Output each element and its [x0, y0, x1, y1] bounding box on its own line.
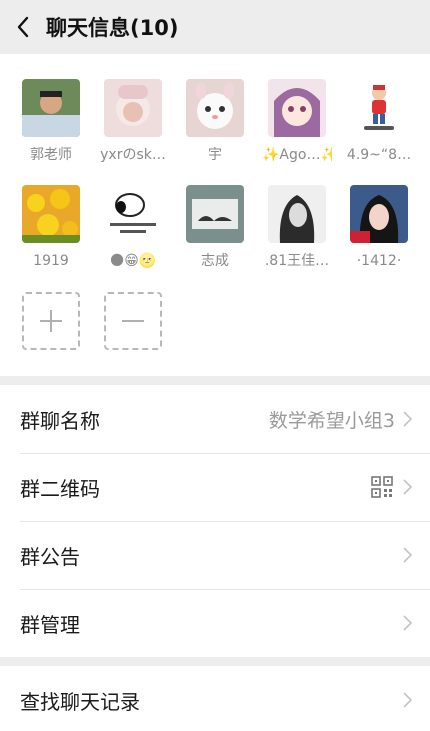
chevron-right-icon	[403, 692, 412, 708]
group-qr-label: 群二维码	[20, 476, 100, 501]
chevron-right-icon	[403, 615, 412, 631]
group-name-label: 群聊名称	[20, 408, 100, 433]
avatar	[186, 79, 244, 137]
member-item[interactable]: 宇	[180, 79, 250, 164]
avatar	[104, 79, 162, 137]
group-name-value: 数学希望小组3	[268, 409, 395, 432]
member-item[interactable]: .81王佳…	[262, 185, 332, 270]
group-notice-row[interactable]: 群公告	[0, 521, 430, 589]
member-item[interactable]: 🌑😁🌝	[98, 185, 168, 270]
group-name-row[interactable]: 群聊名称 数学希望小组3	[0, 385, 430, 453]
avatar	[22, 185, 80, 243]
chevron-right-icon	[403, 547, 412, 563]
member-name: 宇	[208, 147, 222, 163]
member-name: 郭老师	[30, 147, 72, 163]
member-item[interactable]: 4.9~“8…	[344, 79, 414, 164]
page-title: 聊天信息(10)	[46, 16, 179, 40]
member-grid: 郭老师 yxrのsk… 宇 ✨Ago…✨ 4.9~“8… 1919 🌑😁🌝 志成…	[0, 54, 430, 376]
chevron-left-icon	[17, 16, 29, 38]
avatar	[104, 185, 162, 243]
chevron-right-icon	[403, 411, 412, 427]
group-settings-section: 群聊名称 数学希望小组3 群二维码 群公告 群管理	[0, 385, 430, 657]
avatar	[350, 79, 408, 137]
add-member-button[interactable]	[22, 292, 80, 350]
member-name: .81王佳…	[264, 253, 330, 269]
group-manage-row[interactable]: 群管理	[0, 589, 430, 657]
nav-bar: 聊天信息(10)	[0, 0, 430, 54]
member-name: ·1412·	[356, 253, 402, 269]
group-notice-label: 群公告	[20, 544, 80, 569]
qr-code-icon	[371, 476, 393, 498]
back-button[interactable]	[0, 0, 46, 54]
avatar	[268, 79, 326, 137]
member-item[interactable]: 志成	[180, 185, 250, 270]
member-name: 🌑😁🌝	[109, 253, 157, 269]
chevron-right-icon	[403, 479, 412, 495]
member-name: 志成	[201, 253, 229, 269]
group-manage-label: 群管理	[20, 612, 80, 637]
plus-icon	[40, 310, 62, 332]
member-item[interactable]: ·1412·	[344, 185, 414, 270]
member-name: 4.9~“8…	[346, 147, 412, 163]
avatar	[350, 185, 408, 243]
search-section: 查找聊天记录	[0, 666, 430, 731]
member-name: ✨Ago…✨	[262, 147, 332, 163]
minus-icon	[122, 320, 144, 322]
member-item[interactable]: 1919	[16, 185, 86, 270]
avatar	[268, 185, 326, 243]
group-qr-row[interactable]: 群二维码	[0, 453, 430, 521]
search-history-label: 查找聊天记录	[20, 689, 140, 714]
member-name: 1919	[33, 253, 69, 269]
remove-member-button[interactable]	[104, 292, 162, 350]
search-history-row[interactable]: 查找聊天记录	[0, 666, 430, 731]
member-name: yxrのsk…	[100, 147, 166, 163]
avatar	[22, 79, 80, 137]
member-item[interactable]: ✨Ago…✨	[262, 79, 332, 164]
avatar	[186, 185, 244, 243]
member-item[interactable]: yxrのsk…	[98, 79, 168, 164]
member-item[interactable]: 郭老师	[16, 79, 86, 164]
